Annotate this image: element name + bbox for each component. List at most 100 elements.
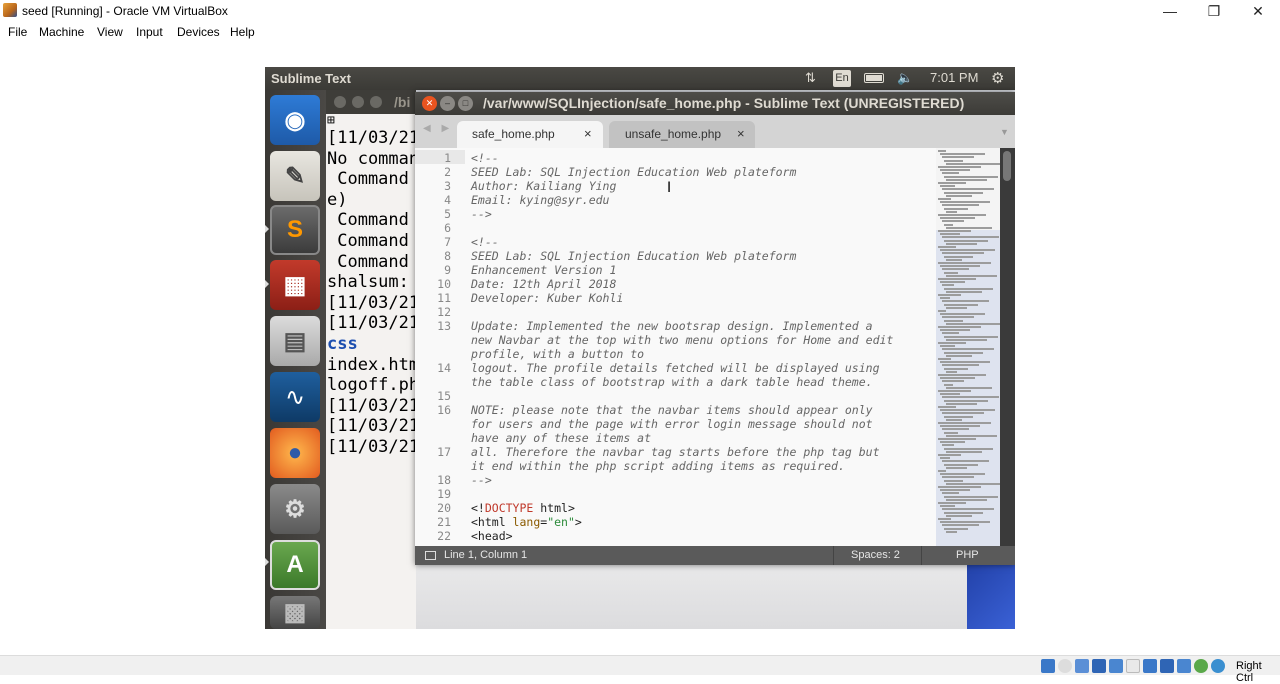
minimap-line [940, 361, 990, 364]
tab-close-icon[interactable]: × [737, 126, 745, 141]
minimap-line [940, 281, 965, 284]
minimap-line [942, 428, 969, 431]
terminal-line: No comman [327, 148, 416, 169]
minimap-line [942, 252, 984, 255]
menu-machine[interactable]: Machine [39, 25, 84, 39]
tab-close-icon[interactable]: × [584, 126, 592, 141]
minimap-line [944, 175, 998, 178]
minimap-line [944, 511, 983, 514]
optical-drive-icon[interactable] [1058, 659, 1072, 673]
terminal-minimize-button[interactable] [352, 96, 364, 108]
code-line: <html lang="en"> [471, 515, 582, 529]
shared-folder-icon[interactable] [1126, 659, 1140, 673]
minimap-line [944, 447, 993, 450]
line-number: 21 [437, 515, 451, 529]
terminal-line: Command [327, 169, 416, 190]
virtualization-icon[interactable] [1177, 659, 1191, 673]
vm-screen[interactable]: Sublime Text ⇅ En 🔈 7:01 PM ⚙ ◉ ✎ S ▦ ▤ … [265, 67, 1015, 629]
minimap-line [938, 502, 966, 504]
minimap[interactable] [936, 148, 1002, 546]
volume-icon[interactable]: 🔈 [897, 70, 913, 86]
wireshark-icon[interactable]: ∿ [270, 372, 320, 422]
minimap-line [940, 249, 995, 252]
unity-launcher: ◉ ✎ S ▦ ▤ ∿ ● ⚙ A ▩ [265, 90, 326, 629]
text-editor-icon[interactable]: ✎ [270, 151, 320, 201]
network-adapter-icon[interactable] [1092, 659, 1106, 673]
minimap-line [940, 329, 970, 332]
minimap-line [942, 220, 964, 223]
menu-file[interactable]: File [8, 25, 27, 39]
minimap-line [940, 313, 985, 316]
settings-gear-icon[interactable]: ⚙ [991, 69, 1004, 87]
hard-disk-icon[interactable] [1041, 659, 1055, 673]
scrollbar-thumb[interactable] [1003, 151, 1011, 181]
minimap-line [946, 434, 997, 437]
terminal-line: Command [327, 230, 416, 251]
sublime-text-window[interactable]: ✕ – □ /var/www/SQLInjection/safe_home.ph… [415, 92, 1015, 565]
sublime-close-button[interactable]: ✕ [422, 96, 437, 111]
tab-nav-arrows-icon[interactable]: ◀ ▶ [423, 123, 453, 134]
system-settings-icon[interactable]: ⚙ [270, 484, 320, 534]
restore-button[interactable]: ❐ [1192, 0, 1236, 22]
cpu-activity-icon[interactable] [1194, 659, 1208, 673]
terminal-maximize-button[interactable] [370, 96, 382, 108]
tab-dropdown-icon[interactable]: ▼ [1000, 127, 1009, 137]
tab-label: safe_home.php [472, 127, 555, 141]
sublime-text-icon[interactable]: S [270, 205, 320, 255]
minimap-line [938, 214, 986, 216]
menu-view[interactable]: View [97, 25, 123, 39]
keyboard-lang-indicator[interactable]: En [833, 70, 851, 87]
minimap-line [942, 204, 979, 207]
audio-icon[interactable] [1075, 659, 1089, 673]
terminal-line: Command [327, 251, 416, 272]
panel-toggle-icon[interactable] [425, 551, 436, 560]
ubuntu-dash-icon[interactable]: ◉ [270, 95, 320, 145]
minimap-line [946, 178, 987, 181]
terminal-window[interactable]: /bi ⊞ [11/03/21 No comman Command e) Comma… [326, 90, 416, 629]
host-window-title: seed [Running] - Oracle VM VirtualBox [22, 4, 228, 18]
usb-icon[interactable] [1109, 659, 1123, 673]
network-icon[interactable]: ⇅ [805, 70, 816, 86]
code-area[interactable]: <!-- SEED Lab: SQL Injection Education We… [471, 148, 936, 546]
close-button[interactable]: ✕ [1236, 0, 1280, 22]
battery-icon[interactable] [864, 73, 884, 83]
menu-help[interactable]: Help [230, 25, 255, 39]
menu-input[interactable]: Input [136, 25, 163, 39]
recording-icon[interactable] [1160, 659, 1174, 673]
running-indicator [265, 558, 269, 566]
minimap-line [944, 527, 968, 530]
background-window [416, 562, 967, 629]
line-number: 14 [437, 361, 451, 375]
software-updater-icon[interactable]: A [270, 540, 320, 590]
tab-safe-home[interactable]: safe_home.php × [457, 121, 603, 148]
menu-devices[interactable]: Devices [177, 25, 220, 39]
trash-icon[interactable]: ▩ [270, 596, 320, 629]
line-number: 3 [444, 179, 451, 193]
indentation-setting[interactable]: Spaces: 2 [851, 549, 900, 561]
terminal-icon[interactable]: ▦ [270, 260, 320, 310]
code-editor[interactable]: 1 2 3 4 5 6 7 8 9 10 11 12 13 14 15 16 17 18 19 20 21 22 <!--… [415, 148, 1015, 546]
syntax-setting[interactable]: PHP [956, 549, 979, 561]
cursor-position[interactable]: Line 1, Column 1 [444, 549, 527, 561]
minimap-line [946, 386, 992, 389]
vertical-scrollbar[interactable] [1000, 148, 1015, 546]
display-icon[interactable] [1143, 659, 1157, 673]
line-number: 11 [437, 291, 451, 305]
running-indicator [265, 225, 269, 233]
terminal-line: index.htm [327, 354, 416, 375]
code-line: Date: 12th April 2018 [471, 277, 617, 291]
tab-unsafe-home[interactable]: unsafe_home.php × [609, 121, 755, 148]
mouse-integration-icon[interactable] [1211, 659, 1225, 673]
sublime-minimize-button[interactable]: – [440, 96, 455, 111]
sublime-maximize-button[interactable]: □ [458, 96, 473, 111]
minimap-line [938, 486, 981, 488]
minimize-button[interactable]: — [1148, 0, 1192, 22]
minimap-line [942, 332, 959, 335]
firefox-icon[interactable]: ● [270, 428, 320, 478]
minimap-line [946, 306, 967, 309]
code-line: --> [471, 207, 492, 221]
terminal-output[interactable]: ⊞ [11/03/21 No comman Command e) Command C… [326, 114, 416, 629]
files-icon[interactable]: ▤ [270, 316, 320, 366]
terminal-close-button[interactable] [334, 96, 346, 108]
clock[interactable]: 7:01 PM [930, 70, 978, 85]
